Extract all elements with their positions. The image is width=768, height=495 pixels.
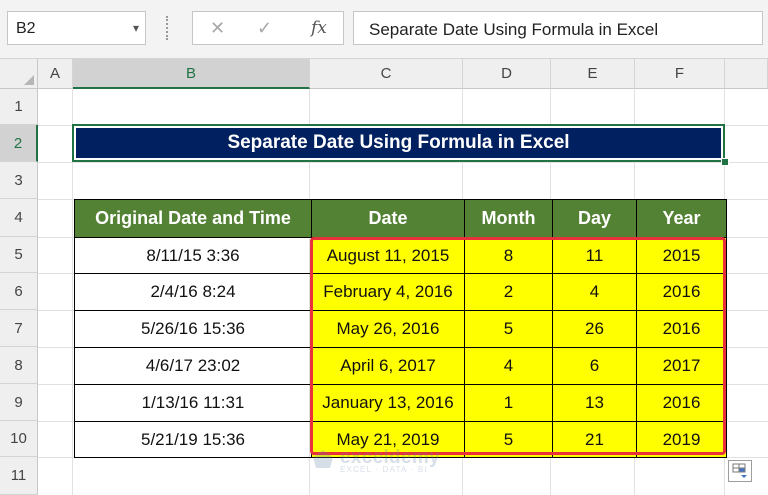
row-header-7[interactable]: 7 (0, 310, 38, 347)
close-icon[interactable]: ✕ (210, 18, 225, 39)
cell-day[interactable]: 26 (552, 310, 637, 348)
row-header-4[interactable]: 4 (0, 199, 38, 237)
cell-original[interactable]: 8/11/15 3:36 (74, 237, 312, 274)
cell-original[interactable]: 5/26/16 15:36 (74, 310, 312, 348)
cell-original[interactable]: 4/6/17 23:02 (74, 347, 312, 385)
cell-year[interactable]: 2016 (636, 310, 727, 348)
cell-month[interactable]: 2 (464, 273, 553, 311)
cell-original[interactable]: 5/21/19 15:36 (74, 421, 312, 458)
column-header-g[interactable]: G (725, 59, 768, 89)
sheet-title: Separate Date Using Formula in Excel (76, 128, 721, 158)
header-original-date[interactable]: Original Date and Time (74, 199, 312, 238)
exceldemy-logo-icon (313, 450, 333, 468)
table-row: 4/6/17 23:02 April 6, 2017 4 6 2017 (74, 347, 727, 385)
name-box-value: B2 (16, 20, 36, 37)
check-icon[interactable]: ✓ (257, 18, 272, 39)
header-year[interactable]: Year (636, 199, 727, 238)
header-day[interactable]: Day (552, 199, 637, 238)
row-header-10[interactable]: 10 (0, 421, 38, 457)
formula-text: Separate Date Using Formula in Excel (369, 20, 659, 39)
cell-year[interactable]: 2016 (636, 273, 727, 311)
formula-buttons: ✕ ✓ fx (192, 11, 344, 45)
cell-month[interactable]: 1 (464, 384, 553, 422)
select-all-button[interactable] (0, 59, 38, 89)
formula-input[interactable]: Separate Date Using Formula in Excel (353, 11, 763, 45)
cell-date[interactable]: April 6, 2017 (311, 347, 465, 385)
cell-year[interactable]: 2015 (636, 237, 727, 274)
cell-date[interactable]: January 13, 2016 (311, 384, 465, 422)
cell-month[interactable]: 5 (464, 310, 553, 348)
data-table: Original Date and Time Date Month Day Ye… (74, 199, 727, 458)
chevron-down-icon[interactable]: ▾ (133, 21, 139, 35)
header-date[interactable]: Date (311, 199, 465, 238)
cell-month[interactable]: 4 (464, 347, 553, 385)
column-header-c[interactable]: C (310, 59, 463, 89)
fill-handle[interactable] (721, 158, 729, 166)
cell-month[interactable]: 8 (464, 237, 553, 274)
cell-day[interactable]: 6 (552, 347, 637, 385)
watermark-tagline: EXCEL · DATA · BI (340, 465, 428, 474)
table-row: 8/11/15 3:36 August 11, 2015 8 11 2015 (74, 237, 727, 274)
cell-date[interactable]: May 26, 2016 (311, 310, 465, 348)
formula-bar: B2 ▾ ✕ ✓ fx Separate Date Using Formula … (0, 0, 768, 59)
cell-year[interactable]: 2016 (636, 384, 727, 422)
table-row: 5/26/16 15:36 May 26, 2016 5 26 2016 (74, 310, 727, 348)
column-header-e[interactable]: E (551, 59, 635, 89)
cell-day[interactable]: 11 (552, 237, 637, 274)
row-header-6[interactable]: 6 (0, 273, 38, 310)
cell-original[interactable]: 2/4/16 8:24 (74, 273, 312, 311)
name-box[interactable]: B2 ▾ (7, 11, 146, 45)
cell-original[interactable]: 1/13/16 11:31 (74, 384, 312, 422)
quick-analysis-button[interactable] (728, 460, 752, 482)
header-month[interactable]: Month (464, 199, 553, 238)
cell-date[interactable]: August 11, 2015 (311, 237, 465, 274)
table-row: 1/13/16 11:31 January 13, 2016 1 13 2016 (74, 384, 727, 422)
cell-date[interactable]: February 4, 2016 (311, 273, 465, 311)
row-header-5[interactable]: 5 (0, 237, 38, 273)
divider (166, 16, 168, 40)
row-header-3[interactable]: 3 (0, 162, 38, 199)
insert-function-icon[interactable]: fx (311, 18, 327, 38)
column-header-b[interactable]: B (73, 59, 310, 89)
cell-day[interactable]: 21 (552, 421, 637, 458)
row-header-2[interactable]: 2 (0, 125, 38, 162)
table-row: 2/4/16 8:24 February 4, 2016 2 4 2016 (74, 273, 727, 311)
exceldemy-watermark: exceldemy EXCEL · DATA · BI (312, 447, 440, 474)
column-header-a[interactable]: A (38, 59, 73, 89)
row-header-1[interactable]: 1 (0, 89, 38, 125)
table-header-row: Original Date and Time Date Month Day Ye… (74, 199, 727, 238)
cell-year[interactable]: 2019 (636, 421, 727, 458)
cell-day[interactable]: 4 (552, 273, 637, 311)
row-header-11[interactable]: 11 (0, 457, 38, 495)
quick-analysis-icon (732, 463, 747, 478)
cell-day[interactable]: 13 (552, 384, 637, 422)
row-header-8[interactable]: 8 (0, 347, 38, 384)
active-cell-b2[interactable]: Separate Date Using Formula in Excel (72, 124, 725, 162)
cell-year[interactable]: 2017 (636, 347, 727, 385)
row-header-9[interactable]: 9 (0, 384, 38, 421)
column-header-d[interactable]: D (463, 59, 551, 89)
column-header-f[interactable]: F (635, 59, 725, 89)
cell-month[interactable]: 5 (464, 421, 553, 458)
